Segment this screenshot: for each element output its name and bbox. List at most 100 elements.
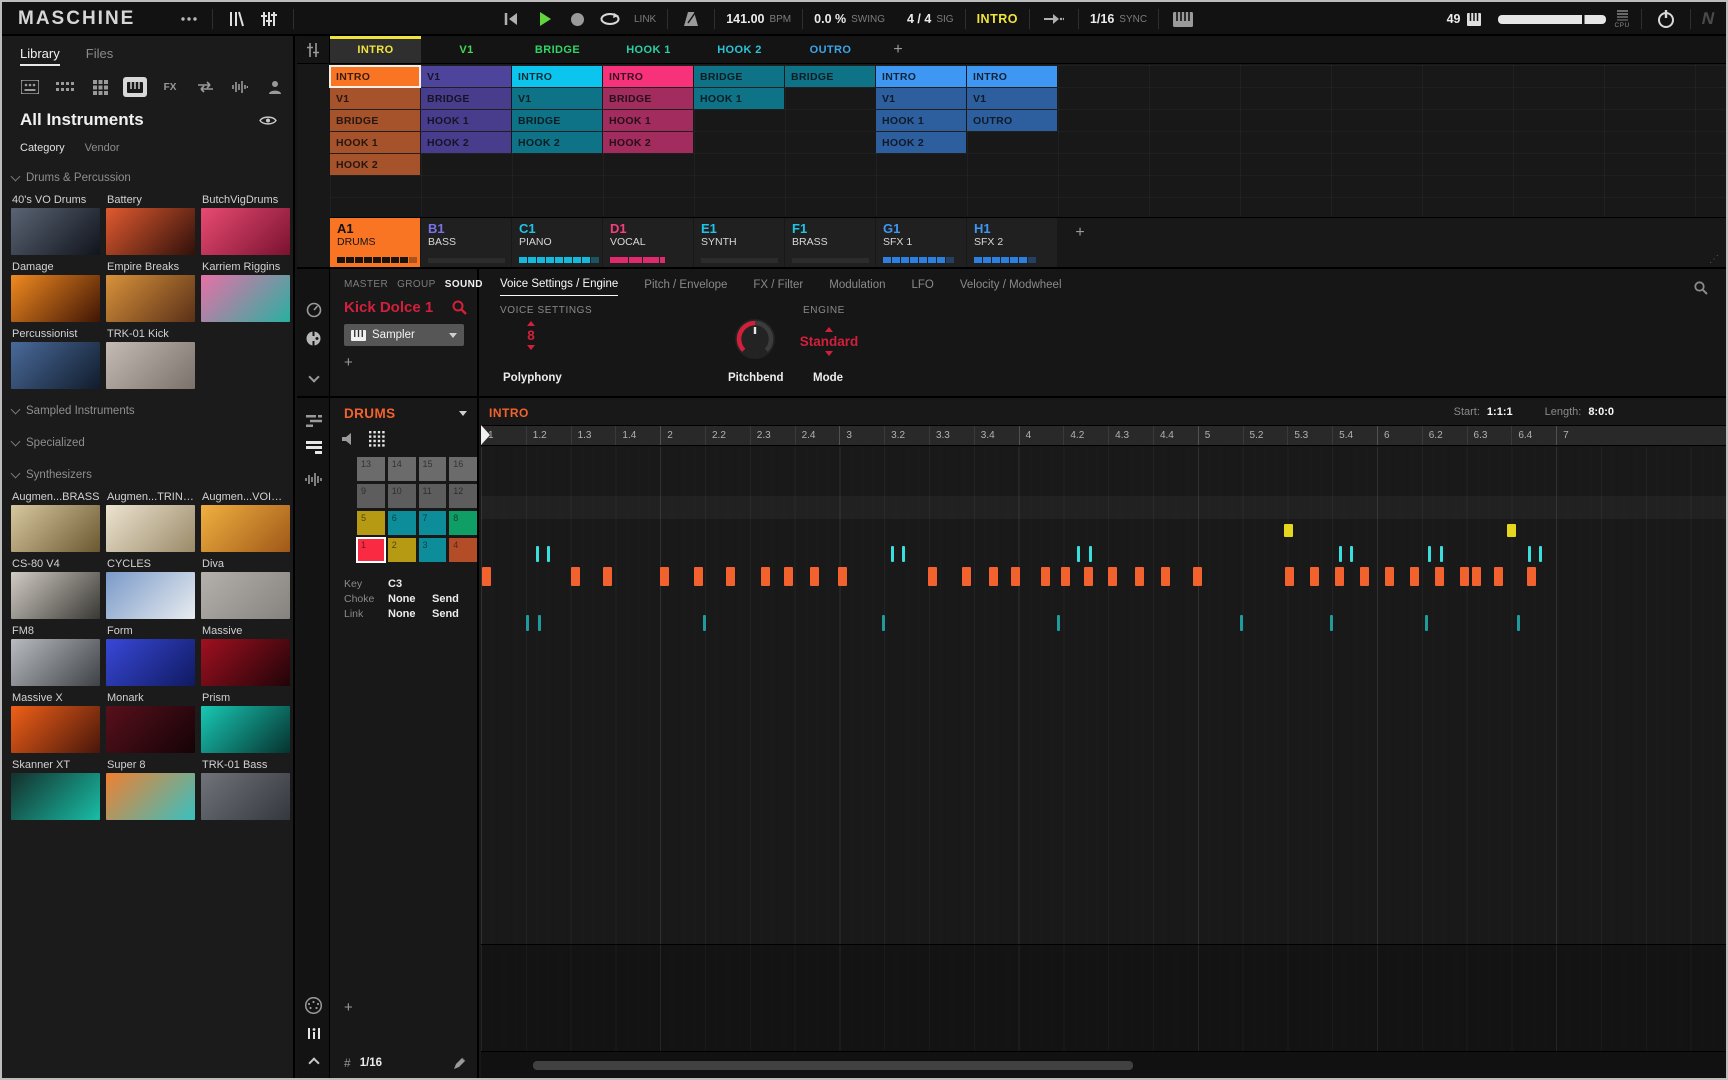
note-hihat[interactable]	[1539, 546, 1542, 562]
ruler-tick-2[interactable]: 2	[660, 426, 705, 445]
note-kick[interactable]	[1460, 567, 1469, 586]
filter-vendor[interactable]: Vendor	[85, 142, 120, 158]
start-value[interactable]: 1:1:1	[1487, 406, 1513, 418]
note-kick[interactable]	[1385, 567, 1394, 586]
group-tile-b1[interactable]: B1BASS	[421, 218, 511, 267]
pitchbend-knob[interactable]	[733, 317, 777, 361]
ruler-tick-5[interactable]: 5	[1198, 426, 1243, 445]
bpm-value[interactable]: 141.00	[726, 12, 764, 26]
maschine-content-icon[interactable]	[18, 77, 42, 97]
note-kick[interactable]	[810, 567, 819, 586]
clip-cell-bridge[interactable]: BRIDGE	[603, 88, 693, 109]
loops-icon[interactable]	[193, 77, 217, 97]
note-kick[interactable]	[962, 567, 971, 586]
automation-clock-icon[interactable]	[297, 299, 330, 321]
note-snare[interactable]	[1517, 615, 1520, 631]
mode-stepper[interactable]: Standard	[793, 327, 865, 356]
note-kick[interactable]	[726, 567, 735, 586]
note-hihat[interactable]	[1350, 546, 1353, 562]
pad-7[interactable]: 7	[419, 511, 447, 535]
restart-icon[interactable]	[500, 12, 522, 26]
add-sound-button[interactable]: +	[344, 999, 353, 1016]
note-snare[interactable]	[538, 615, 541, 631]
clip-cell-hook-2[interactable]: HOOK 2	[512, 132, 602, 153]
pad-13[interactable]: 13	[357, 457, 385, 481]
tab-master[interactable]: MASTER	[344, 279, 388, 290]
speaker-icon[interactable]	[342, 433, 356, 445]
note-kick[interactable]	[989, 567, 998, 586]
note-hihat[interactable]	[891, 546, 894, 562]
pad-10[interactable]: 10	[388, 484, 416, 508]
link-label[interactable]: LINK	[634, 14, 656, 25]
clip-cell-intro[interactable]: INTRO	[512, 66, 602, 87]
play-button[interactable]	[534, 12, 556, 26]
note-snare[interactable]	[1240, 615, 1243, 631]
ruler-tick-1.2[interactable]: 1.2	[526, 426, 571, 445]
note-cymbal[interactable]	[1284, 524, 1293, 537]
scene-tab-hook-1[interactable]: HOOK 1	[603, 36, 694, 63]
clip-cell-hook-2[interactable]: HOOK 2	[603, 132, 693, 153]
expand-editor-chevron-icon[interactable]	[297, 1050, 330, 1072]
power-icon[interactable]	[1653, 10, 1679, 28]
instruments-icon-active[interactable]	[123, 77, 147, 97]
library-item-massive[interactable]: Massive	[201, 625, 290, 686]
pad-8[interactable]: 8	[449, 511, 477, 535]
loop-icon[interactable]	[596, 12, 624, 26]
note-kick[interactable]	[838, 567, 847, 586]
note-kick[interactable]	[761, 567, 770, 586]
library-item-monark[interactable]: Monark	[106, 692, 195, 753]
library-item-battery[interactable]: Battery	[106, 194, 195, 255]
prop-value[interactable]: None	[388, 593, 432, 605]
decrement-icon[interactable]	[825, 351, 833, 356]
library-item-cs-80-v4[interactable]: CS-80 V4	[11, 558, 100, 619]
ruler-tick-5.4[interactable]: 5.4	[1332, 426, 1377, 445]
record-button[interactable]	[566, 13, 588, 26]
clip-cell-outro[interactable]: OUTRO	[967, 110, 1057, 131]
note-kick[interactable]	[1061, 567, 1070, 586]
scene-tab-outro[interactable]: OUTRO	[785, 36, 876, 63]
timeline-ruler[interactable]: 11.21.31.422.22.32.433.23.33.444.24.34.4…	[481, 425, 1726, 446]
eye-icon[interactable]	[259, 115, 277, 126]
library-section-drums-percussion[interactable]: Drums & Percussion	[2, 162, 293, 194]
prop-extra[interactable]: Send	[432, 593, 459, 605]
tab-sound[interactable]: SOUND	[445, 279, 483, 290]
note-snare[interactable]	[526, 615, 529, 631]
clip-cell-intro[interactable]: INTRO	[876, 66, 966, 87]
note-hihat[interactable]	[1089, 546, 1092, 562]
panel-resize-handle[interactable]: ⋰	[1709, 254, 1720, 265]
plugin-plug-icon[interactable]	[297, 327, 330, 349]
group-tile-f1[interactable]: F1BRASS	[785, 218, 875, 267]
groups-icon[interactable]	[53, 77, 77, 97]
note-kick[interactable]	[784, 567, 793, 586]
filter-category[interactable]: Category	[20, 142, 65, 158]
ruler-tick-4.3[interactable]: 4.3	[1108, 426, 1153, 445]
note-snare[interactable]	[703, 615, 706, 631]
clip-cell-hook-1[interactable]: HOOK 1	[694, 88, 784, 109]
library-item-butchvigdrums[interactable]: ButchVigDrums	[201, 194, 290, 255]
fx-icon[interactable]: FX	[158, 77, 182, 97]
note-kick[interactable]	[1335, 567, 1344, 586]
pad-9[interactable]: 9	[357, 484, 385, 508]
note-snare[interactable]	[1425, 615, 1428, 631]
library-item-augmen-trings[interactable]: Augmen...TRINGS	[106, 491, 195, 552]
arranger-settings-icon[interactable]	[297, 36, 330, 63]
clip-cell-hook-1[interactable]: HOOK 1	[603, 110, 693, 131]
note-kick[interactable]	[928, 567, 937, 586]
ruler-tick-1.4[interactable]: 1.4	[615, 426, 660, 445]
pad-14[interactable]: 14	[388, 457, 416, 481]
prop-value[interactable]: C3	[388, 578, 432, 590]
clip-cell-v1[interactable]: V1	[967, 88, 1057, 109]
ruler-tick-4.4[interactable]: 4.4	[1153, 426, 1198, 445]
ruler-tick-7[interactable]: 7	[1556, 426, 1601, 445]
scene-tab-intro[interactable]: INTRO	[330, 36, 421, 63]
note-hihat[interactable]	[536, 546, 539, 562]
clip-cell-intro[interactable]: INTRO	[330, 66, 420, 87]
note-kick[interactable]	[1435, 567, 1444, 586]
tab-group[interactable]: GROUP	[397, 279, 436, 290]
note-kick[interactable]	[1527, 567, 1536, 586]
samples-icon[interactable]	[228, 77, 252, 97]
plugin-tab-velocity-modwheel[interactable]: Velocity / Modwheel	[960, 279, 1062, 296]
ruler-tick-3.2[interactable]: 3.2	[884, 426, 929, 445]
events-view-icon[interactable]	[297, 436, 330, 458]
library-item-skanner-xt[interactable]: Skanner XT	[11, 759, 100, 820]
